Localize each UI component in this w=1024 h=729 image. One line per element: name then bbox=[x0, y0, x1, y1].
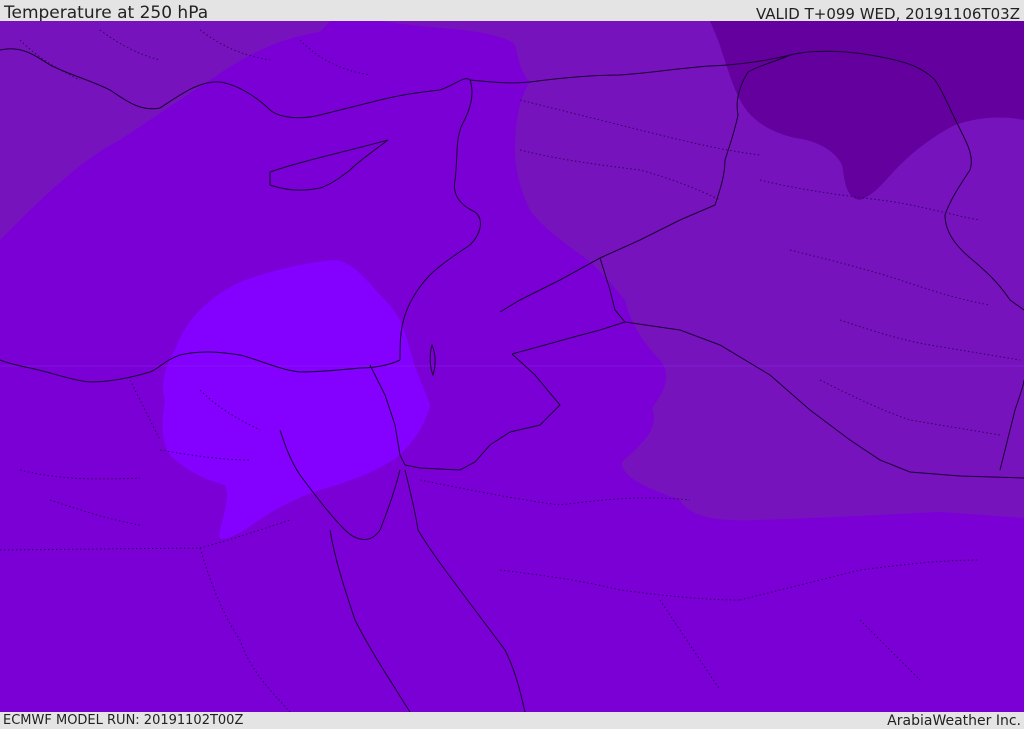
map-canvas bbox=[0, 21, 1024, 712]
model-run-label: ECMWF MODEL RUN: 20191102T00Z bbox=[3, 713, 244, 728]
footer-bar: ECMWF MODEL RUN: 20191102T00Z ArabiaWeat… bbox=[0, 712, 1024, 729]
weather-map[interactable] bbox=[0, 21, 1024, 712]
map-frame: Temperature at 250 hPa VALID T+099 WED, … bbox=[0, 0, 1024, 729]
header-bar: Temperature at 250 hPa VALID T+099 WED, … bbox=[0, 0, 1024, 23]
credit-label: ArabiaWeather Inc. bbox=[887, 713, 1021, 729]
